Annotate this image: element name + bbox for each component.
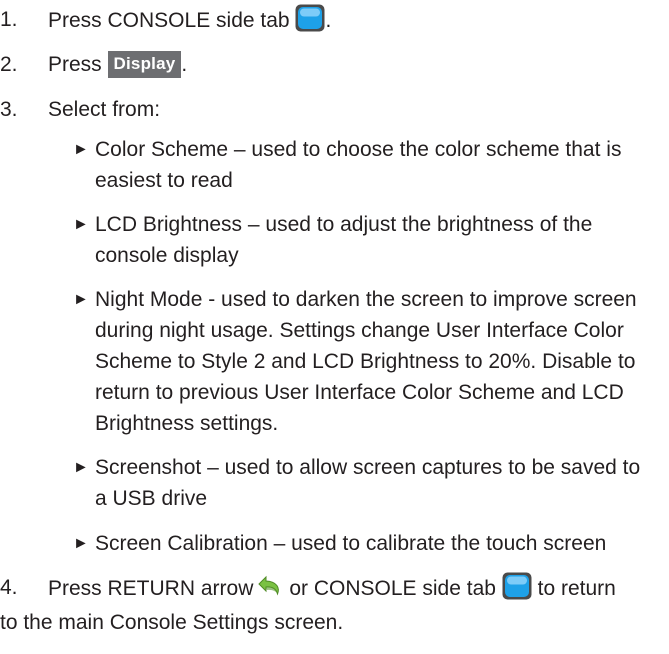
step-4-text: Press RETURN arrow: [48, 577, 254, 600]
return-arrow-icon: [258, 575, 280, 596]
option-screenshot: ► Screenshot – used to allow screen capt…: [73, 452, 663, 514]
option-screen-calibration: ► Screen Calibration – used to calibrate…: [73, 528, 663, 559]
option-text-line: Scheme to Style 2 and LCD Brightness to …: [95, 350, 636, 373]
option-text-line: during night usage. Settings change User…: [95, 319, 624, 342]
option-text-line: Screen Calibration – used to calibrate t…: [95, 532, 607, 555]
option-text-line: a USB drive: [95, 487, 208, 510]
bullet-arrow-icon: ►: [73, 459, 89, 476]
console-tab-icon: [502, 572, 532, 600]
step-3-text: Select from:: [48, 98, 161, 121]
bullet-arrow-icon: ►: [73, 291, 89, 308]
step-2-text: Press: [48, 53, 102, 76]
console-tab-icon: [295, 4, 325, 32]
step-1-text: Press CONSOLE side tab: [48, 9, 290, 32]
step-1-period: .: [325, 9, 332, 32]
step-2-period: .: [181, 53, 188, 76]
step-4-text-2: or CONSOLE side tab: [289, 577, 496, 600]
option-lcd-brightness: ► LCD Brightness – used to adjust the br…: [73, 209, 663, 271]
option-text-line: Brightness settings.: [95, 412, 279, 435]
step-4-text-3: to return: [537, 577, 616, 600]
step-4-text-4: to the main Console Settings screen.: [0, 611, 344, 634]
option-text-line: Night Mode - used to darken the screen t…: [95, 288, 637, 311]
step-number: 3.: [0, 98, 18, 121]
bullet-arrow-icon: ►: [73, 535, 89, 552]
step-number: 4.: [0, 576, 18, 599]
option-text-line: easiest to read: [95, 169, 233, 192]
option-text-line: LCD Brightness – used to adjust the brig…: [95, 213, 593, 236]
option-text-line: Color Scheme – used to choose the color …: [95, 138, 622, 161]
option-text-line: Screenshot – used to allow screen captur…: [95, 456, 641, 479]
option-color-scheme: ► Color Scheme – used to choose the colo…: [73, 134, 663, 196]
display-button: Display: [107, 51, 182, 78]
option-night-mode: ► Night Mode - used to darken the screen…: [73, 284, 663, 439]
step-number: 2.: [0, 53, 18, 76]
option-text-line: return to previous User Interface Color …: [95, 381, 624, 404]
instruction-document: 1. Press CONSOLE side tab . 2. Press Dis…: [0, 0, 669, 654]
step-number: 1.: [0, 8, 18, 31]
bullet-arrow-icon: ►: [73, 141, 89, 158]
option-text-line: console display: [95, 244, 239, 267]
bullet-arrow-icon: ►: [73, 216, 89, 233]
